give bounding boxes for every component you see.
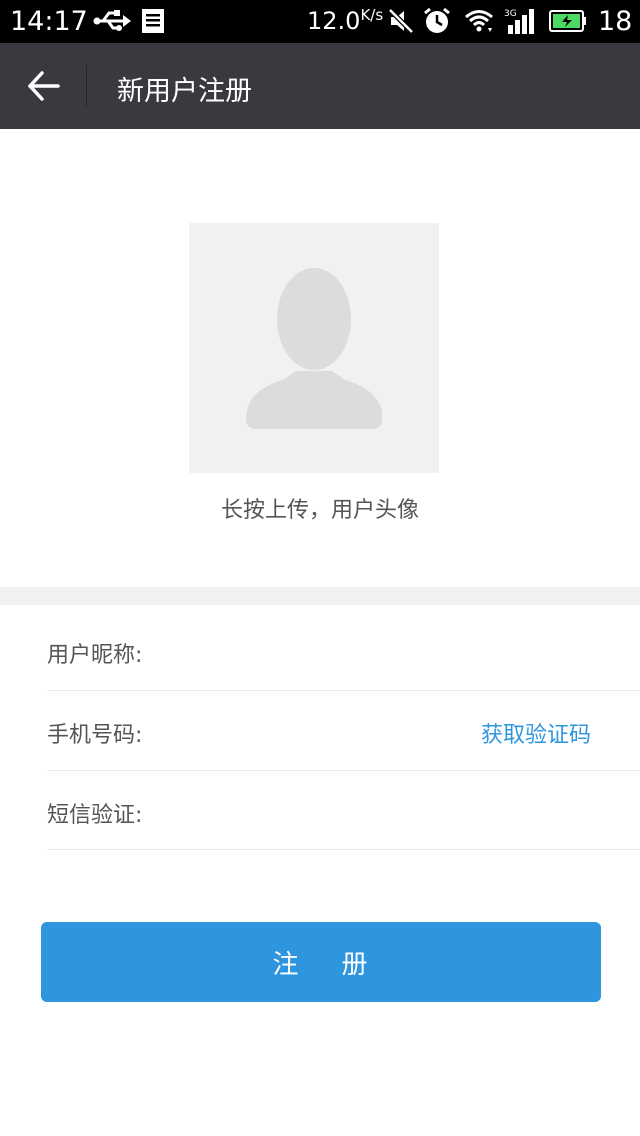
- register-button[interactable]: 注 册: [41, 922, 601, 1002]
- mute-icon: [388, 8, 414, 34]
- battery-level: 18: [598, 6, 633, 37]
- 3g-signal-icon: 3G: [504, 9, 534, 34]
- nickname-row: 用户昵称:: [47, 611, 640, 691]
- avatar-upload[interactable]: [189, 223, 439, 473]
- page-title: 新用户注册: [117, 76, 252, 107]
- status-bar: 14:17 12.0K/s 3G 18: [0, 0, 640, 43]
- wifi-icon: [465, 10, 493, 32]
- svg-text:3G: 3G: [504, 9, 517, 19]
- nickname-label: 用户昵称:: [47, 643, 143, 668]
- section-divider: [0, 587, 640, 605]
- phone-input[interactable]: [159, 705, 409, 757]
- usb-icon: [93, 10, 131, 31]
- app-bar-divider: [86, 65, 87, 107]
- document-icon: [142, 9, 164, 33]
- phone-label: 手机号码:: [47, 723, 143, 748]
- network-speed: 12.0K/s: [307, 6, 384, 35]
- get-verification-code-button[interactable]: 获取验证码: [481, 717, 591, 749]
- status-time: 14:17: [10, 6, 88, 37]
- back-button[interactable]: [20, 63, 66, 109]
- avatar-caption: 长按上传，用户头像: [220, 498, 419, 523]
- user-silhouette-icon: [246, 268, 382, 429]
- sms-label: 短信验证:: [47, 803, 143, 828]
- phone-row: 手机号码: 获取验证码: [47, 691, 640, 771]
- sms-code-input[interactable]: [159, 785, 459, 837]
- nickname-input[interactable]: [159, 625, 459, 677]
- sms-row: 短信验证:: [47, 771, 640, 850]
- alarm-icon: [424, 7, 450, 33]
- app-bar: 新用户注册: [0, 43, 640, 129]
- register-button-label: 注 册: [272, 949, 370, 980]
- arrow-left-icon: [28, 71, 60, 101]
- battery-charging-icon: [549, 10, 586, 32]
